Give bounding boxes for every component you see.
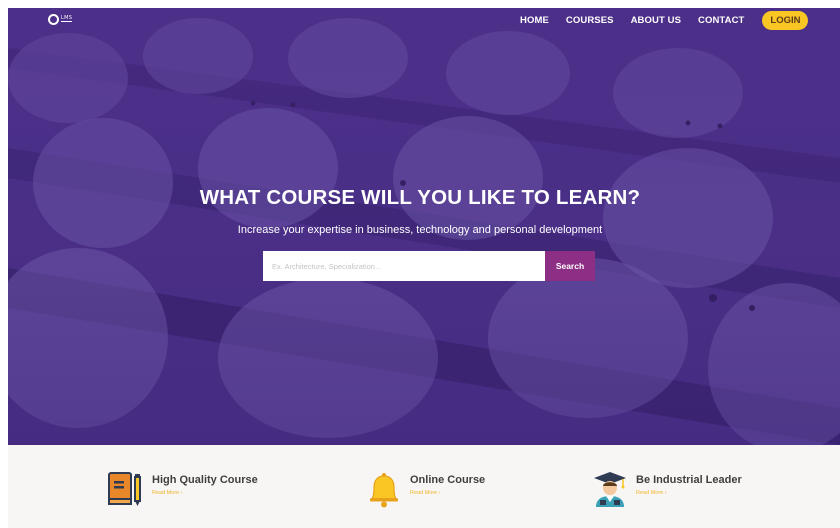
read-more-link[interactable]: Read More › bbox=[636, 490, 742, 496]
hero-title: WHAT COURSE WILL YOU LIKE TO LEARN? bbox=[199, 186, 641, 209]
feature-be-industrial-leader: Be Industrial Leader Read More › bbox=[590, 469, 742, 509]
graduate-icon bbox=[594, 472, 626, 507]
feature-title: Online Course bbox=[410, 474, 486, 486]
feature-high-quality-course: High Quality Course Read More › bbox=[106, 469, 258, 509]
feature-text: Online Course Read More › bbox=[410, 474, 485, 496]
feature-online-course: Online Course Read More › bbox=[364, 469, 485, 509]
read-more-link[interactable]: Read More › bbox=[410, 490, 485, 496]
logo-text: LMS bbox=[61, 15, 73, 22]
feature-text: High Quality Course Read More › bbox=[152, 474, 258, 496]
nav-courses[interactable]: COURSES bbox=[566, 15, 614, 26]
feature-text: Be Industrial Leader Read More › bbox=[636, 474, 742, 496]
course-search-bar: Search bbox=[263, 251, 595, 281]
main-nav: HOME COURSES ABOUT US CONTACT LOGIN bbox=[520, 10, 809, 30]
nav-home[interactable]: HOME bbox=[520, 15, 549, 26]
login-button[interactable]: LOGIN bbox=[762, 10, 809, 30]
hero-subtitle: Increase your expertise in business, tec… bbox=[237, 224, 603, 236]
feature-title: High Quality Course bbox=[152, 474, 258, 486]
nav-about-us[interactable]: ABOUT US bbox=[631, 15, 681, 26]
feature-title: Be Industrial Leader bbox=[636, 474, 742, 486]
features-section: High Quality Course Read More › Online C… bbox=[8, 445, 840, 528]
bell-icon bbox=[370, 473, 398, 508]
site-logo[interactable]: LMS bbox=[48, 13, 82, 25]
search-button[interactable]: Search bbox=[545, 251, 595, 281]
logo-ring-icon bbox=[48, 13, 59, 25]
course-search-input[interactable] bbox=[263, 251, 545, 281]
book-pencil-icon bbox=[108, 472, 141, 506]
read-more-link[interactable]: Read More › bbox=[152, 490, 258, 496]
nav-contact[interactable]: CONTACT bbox=[698, 15, 744, 26]
page: LMS HOME COURSES ABOUT US CONTACT LOGIN … bbox=[0, 0, 840, 528]
